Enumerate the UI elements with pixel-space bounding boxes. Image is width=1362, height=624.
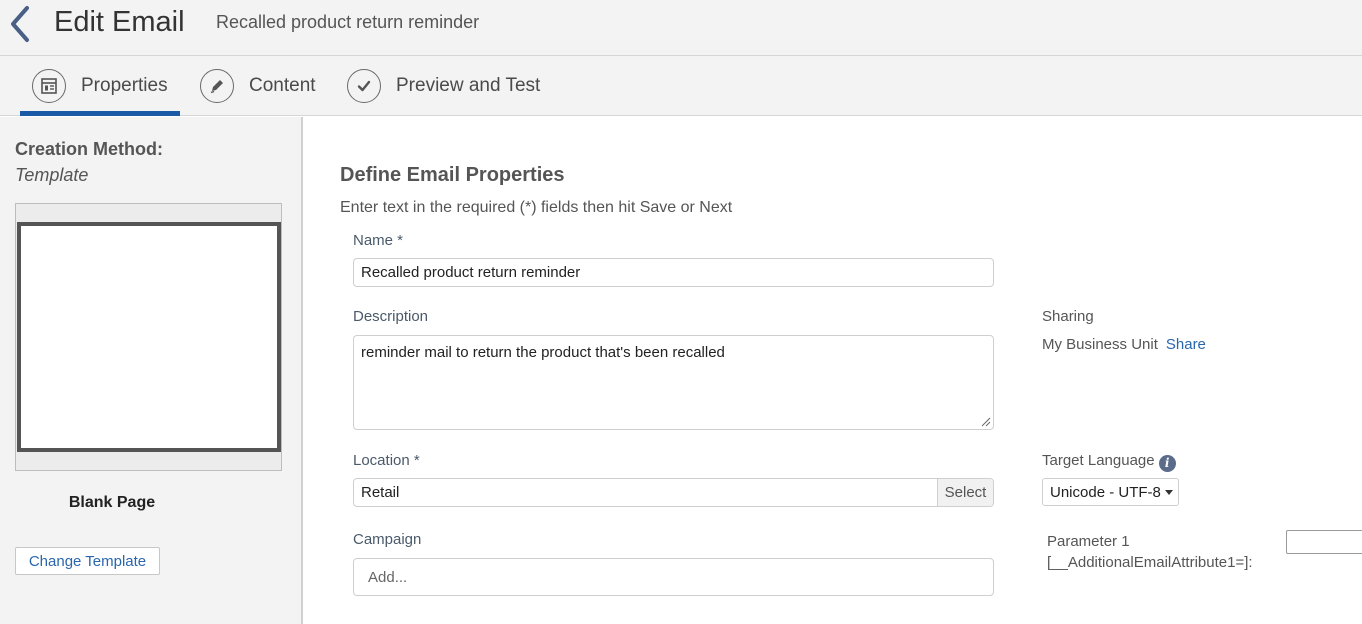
campaign-label: Campaign: [353, 531, 422, 548]
resize-grip-icon[interactable]: [981, 417, 991, 427]
creation-method-label: Creation Method:: [15, 139, 163, 159]
location-select-button[interactable]: Select: [937, 479, 993, 506]
creation-method-value: Template: [15, 165, 89, 185]
template-name: Blank Page: [68, 494, 156, 511]
location-label: Location *: [353, 452, 420, 469]
target-language-select[interactable]: Unicode - UTF-8: [1042, 478, 1179, 506]
sharing-value: My Business Unit: [1042, 336, 1158, 353]
tab-properties[interactable]: Properties: [20, 56, 180, 116]
section-hint: Enter text in the required (*) fields th…: [340, 199, 733, 216]
description-field[interactable]: reminder mail to return the product that…: [353, 335, 994, 430]
properties-icon: [32, 69, 66, 103]
tab-label: Properties: [81, 75, 168, 96]
back-arrow-icon[interactable]: [6, 4, 36, 44]
email-name-subtitle: Recalled product return reminder: [216, 12, 480, 32]
tab-label: Content: [249, 75, 316, 96]
section-title: Define Email Properties: [340, 164, 565, 186]
target-language-value: Unicode - UTF-8: [1050, 483, 1161, 501]
parameter-label-line-1: Parameter 1: [1047, 533, 1130, 550]
name-label: Name *: [353, 232, 404, 249]
info-icon[interactable]: i: [1158, 454, 1176, 472]
tab-preview-and-test[interactable]: Preview and Test: [347, 56, 540, 116]
description-label: Description: [353, 308, 429, 325]
campaign-placeholder: Add...: [368, 568, 408, 586]
template-sidebar: Creation Method: Template Blank Page Cha…: [0, 117, 303, 624]
name-field[interactable]: Recalled product return reminder: [353, 258, 994, 287]
target-language-row: Target Language i: [1042, 452, 1176, 472]
caret-down-icon: [1164, 489, 1173, 495]
wizard-tabs: Properties Content Preview and Test: [0, 56, 1362, 116]
name-value: Recalled product return reminder: [361, 264, 581, 281]
parameter-1-input[interactable]: [1286, 530, 1362, 554]
checkmark-icon: [347, 69, 381, 103]
sharing-row: My Business Unit Share: [1042, 336, 1206, 353]
location-field[interactable]: Retail Select: [353, 478, 994, 507]
description-value: reminder mail to return the product that…: [361, 344, 725, 361]
tab-label: Preview and Test: [396, 75, 541, 96]
change-template-button[interactable]: Change Template: [15, 547, 160, 575]
pencil-icon: [200, 69, 234, 103]
parameter-label: Parameter 1 [__AdditionalEmailAttribute1…: [1047, 531, 1253, 573]
template-thumbnail: [15, 203, 282, 471]
page-header: Edit Email Recalled product return remin…: [0, 0, 1362, 56]
parameter-label-line-2: [__AdditionalEmailAttribute1=]:: [1047, 554, 1253, 571]
campaign-field[interactable]: Add...: [353, 558, 994, 596]
page-title: Edit Email: [54, 6, 185, 38]
location-value: Retail: [361, 484, 400, 501]
sharing-label: Sharing: [1042, 308, 1094, 325]
share-link[interactable]: Share: [1166, 336, 1206, 353]
target-language-label: Target Language: [1042, 452, 1155, 469]
tab-content[interactable]: Content: [200, 56, 316, 116]
template-preview-page: [17, 222, 281, 452]
